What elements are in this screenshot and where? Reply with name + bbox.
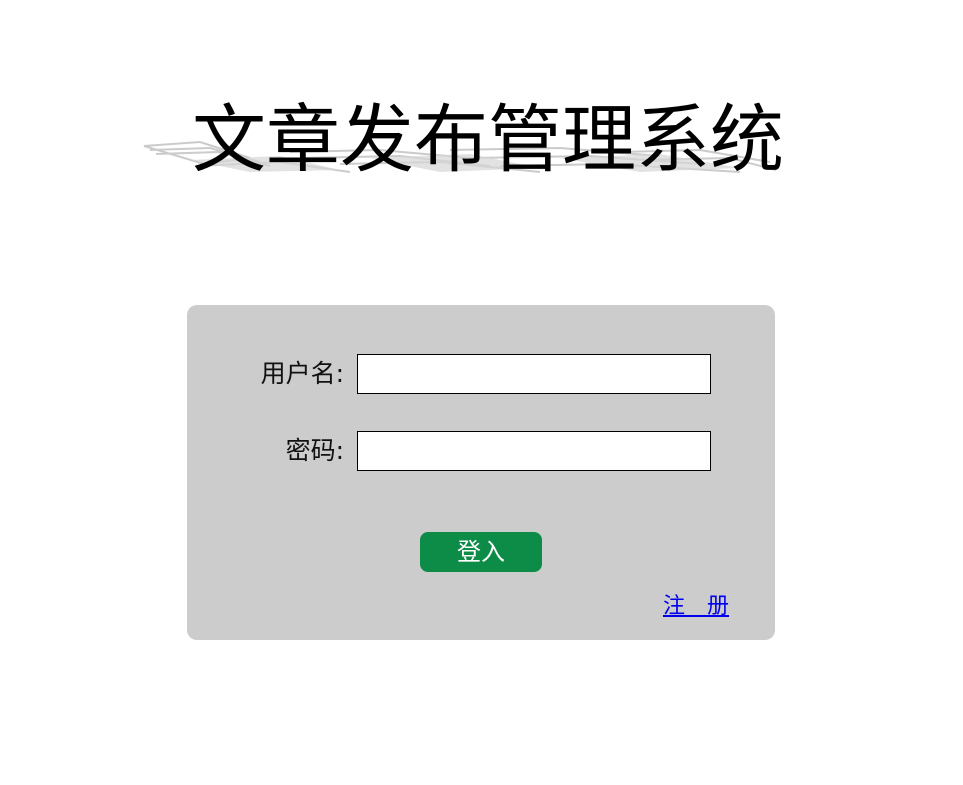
app-title-area: 文章发布管理系统 <box>140 92 784 188</box>
login-panel: 用户名: 密码: 登入 注 册 <box>187 305 775 640</box>
login-page: 文章发布管理系统 用户名: 密码: 登入 注 册 <box>0 0 963 785</box>
username-label: 用户名: <box>260 359 344 388</box>
password-input[interactable] <box>357 431 711 471</box>
password-row: 密码: <box>187 431 775 471</box>
username-input[interactable] <box>357 354 711 394</box>
app-title: 文章发布管理系统 <box>192 97 784 183</box>
register-link[interactable]: 注 册 <box>663 588 729 620</box>
username-row: 用户名: <box>187 354 775 394</box>
username-label-box: 用户名: <box>187 354 344 394</box>
login-button[interactable]: 登入 <box>420 532 542 572</box>
password-label: 密码: <box>285 436 344 465</box>
password-label-box: 密码: <box>187 431 344 471</box>
